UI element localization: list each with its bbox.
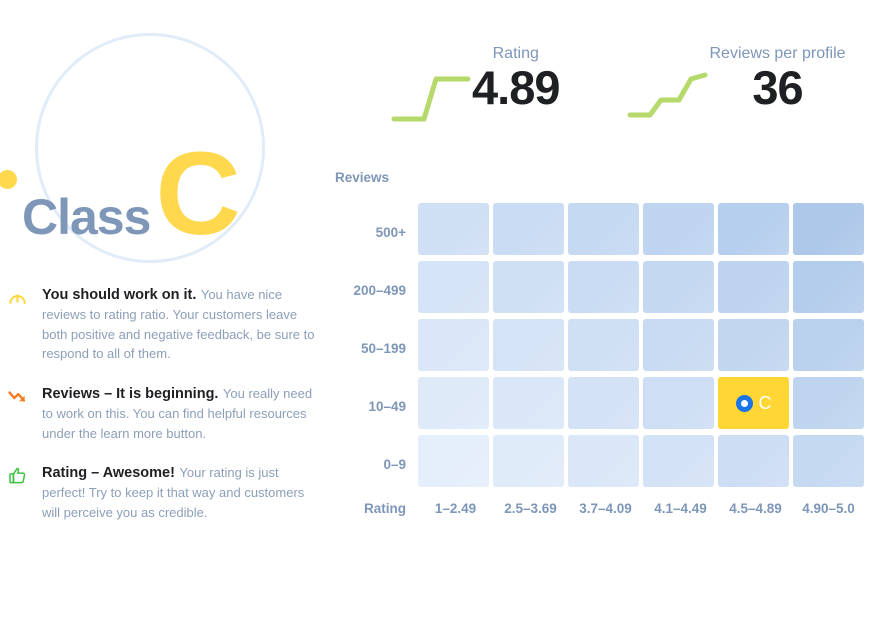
trend-down-icon xyxy=(8,384,34,443)
yaxis-labels: 500+ 200–499 50–199 10–49 0–9 xyxy=(330,203,418,493)
heatmap-cell[interactable] xyxy=(418,319,489,371)
tip-item: Rating – Awesome! Your rating is just pe… xyxy=(0,463,320,522)
heatmap-cell[interactable] xyxy=(568,377,639,429)
tip-item: You should work on it. You have nice rev… xyxy=(0,285,320,364)
tips-list: You should work on it. You have nice rev… xyxy=(0,285,320,543)
heatmap-row: C xyxy=(418,377,864,435)
heatmap-cells: C xyxy=(418,203,864,493)
yaxis-label: 500+ xyxy=(375,224,406,240)
heatmap-cell[interactable] xyxy=(718,261,789,313)
heatmap-cell[interactable] xyxy=(643,261,714,313)
heatmap-cell[interactable] xyxy=(793,377,864,429)
class-label: Class xyxy=(22,189,151,245)
badge-dot-decoration xyxy=(0,170,17,189)
gauge-icon xyxy=(8,285,34,364)
highlight-class-letter: C xyxy=(758,393,772,413)
xaxis: Rating 1–2.49 2.5–3.69 3.7–4.09 4.1–4.49 4.5… xyxy=(330,501,864,516)
tip-title: Reviews – It is beginning. xyxy=(42,386,219,402)
heatmap-cell[interactable] xyxy=(418,261,489,313)
xaxis-label: 1–2.49 xyxy=(434,501,477,516)
heatmap-row xyxy=(418,261,864,319)
yaxis-label: 50–199 xyxy=(360,340,406,356)
heatmap-cell[interactable] xyxy=(793,319,864,371)
reviews-rating-heatmap: Reviews 500+ 200–499 50–199 10–49 0–9 C Rati… xyxy=(330,170,864,516)
heatmap-cell[interactable] xyxy=(718,319,789,371)
metric-reviews-per-profile: Reviews per profile 36 xyxy=(627,45,846,134)
heatmap-cell[interactable] xyxy=(793,261,864,313)
metric-value: 36 xyxy=(752,61,803,114)
heatmap-cell[interactable] xyxy=(568,203,639,255)
heatmap-cell[interactable] xyxy=(643,203,714,255)
tip-title: You should work on it. xyxy=(42,287,197,303)
xaxis-label: 2.5–3.69 xyxy=(504,501,557,516)
heatmap-cell[interactable] xyxy=(643,435,714,487)
heatmap-cell[interactable] xyxy=(568,261,639,313)
heatmap-cell[interactable] xyxy=(568,319,639,371)
heatmap-row xyxy=(418,203,864,261)
heatmap-cell[interactable] xyxy=(568,435,639,487)
yaxis-label: 0–9 xyxy=(383,456,406,472)
class-letter: C xyxy=(155,128,241,260)
yaxis-title: Reviews xyxy=(335,170,390,185)
heatmap-row xyxy=(418,319,864,377)
heatmap-cell-highlighted[interactable]: C xyxy=(718,377,789,429)
heatmap-cell[interactable] xyxy=(493,319,564,371)
class-badge-text: Class C xyxy=(22,128,241,260)
heatmap-cell[interactable] xyxy=(793,203,864,255)
heatmap-cell[interactable] xyxy=(718,435,789,487)
heatmap-row xyxy=(418,435,864,493)
heatmap-cell[interactable] xyxy=(643,319,714,371)
heatmap-cell[interactable] xyxy=(718,203,789,255)
heatmap-cell[interactable] xyxy=(493,261,564,313)
metric-value: 4.89 xyxy=(472,61,560,114)
thumbs-up-icon xyxy=(8,463,34,522)
xaxis-label: 4.5–4.89 xyxy=(729,501,782,516)
heatmap-cell[interactable] xyxy=(493,203,564,255)
metric-rating: Rating 4.89 xyxy=(390,45,560,134)
heatmap-cell[interactable] xyxy=(418,377,489,429)
heatmap-cell[interactable] xyxy=(493,377,564,429)
xaxis-label: 4.1–4.49 xyxy=(654,501,707,516)
xaxis-label: 4.90–5.0 xyxy=(802,501,855,516)
yaxis-label: 200–499 xyxy=(353,282,406,298)
class-badge: Class C xyxy=(0,0,330,290)
yaxis-label: 10–49 xyxy=(368,398,406,414)
heatmap-cell[interactable] xyxy=(493,435,564,487)
current-position-marker-icon xyxy=(735,394,753,412)
heatmap-cell[interactable] xyxy=(643,377,714,429)
sparkline-step-up-sharp-icon xyxy=(390,67,472,134)
heatmap-cell[interactable] xyxy=(418,203,489,255)
xaxis-label: 3.7–4.09 xyxy=(579,501,632,516)
sparkline-step-up-gradual-icon xyxy=(627,67,709,134)
metrics-row: Rating 4.89 Reviews per profile 36 xyxy=(390,45,846,134)
tip-item: Reviews – It is beginning. You really ne… xyxy=(0,384,320,443)
xaxis-title: Rating xyxy=(364,501,406,516)
heatmap-cell[interactable] xyxy=(418,435,489,487)
heatmap-cell[interactable] xyxy=(793,435,864,487)
tip-title: Rating – Awesome! xyxy=(42,465,175,482)
